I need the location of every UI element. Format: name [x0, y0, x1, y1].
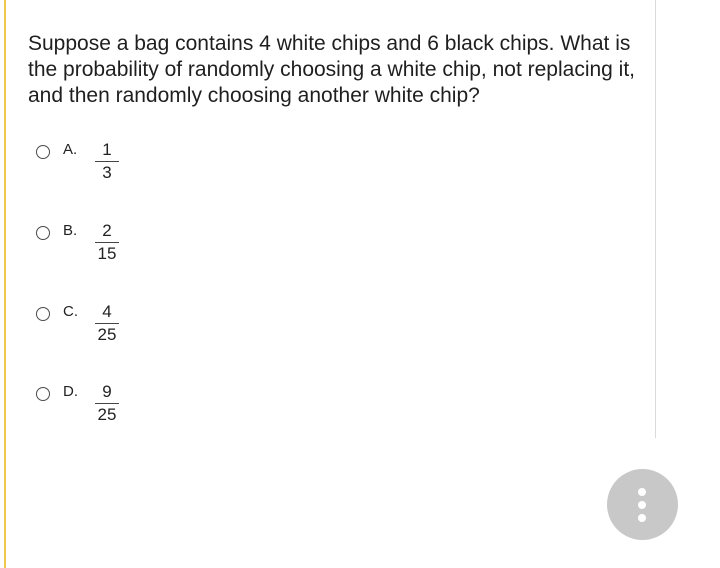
- fraction-bar: [95, 403, 119, 404]
- more-vertical-icon: [638, 488, 647, 527]
- question-text: Suppose a bag contains 4 white chips and…: [28, 32, 636, 107]
- fraction-numerator: 9: [102, 382, 112, 401]
- choice-fraction: 2 15: [92, 222, 122, 263]
- fraction-denominator: 25: [97, 325, 117, 344]
- fraction-denominator: 15: [97, 244, 117, 263]
- fraction-numerator: 2: [102, 221, 112, 240]
- choice-letter: B.: [63, 222, 78, 239]
- fraction-bar: [95, 161, 119, 162]
- radio-button-c[interactable]: [36, 307, 50, 321]
- choice-letter: C.: [63, 303, 78, 320]
- choice-a[interactable]: A. 1 3: [34, 141, 154, 201]
- radio-button-b[interactable]: [36, 226, 50, 240]
- choice-d[interactable]: D. 9 25: [34, 383, 154, 443]
- choice-letter: D.: [63, 383, 78, 400]
- choice-b[interactable]: B. 2 15: [34, 222, 154, 282]
- fraction-numerator: 1: [102, 140, 112, 159]
- fraction-denominator: 3: [102, 163, 112, 182]
- more-options-button[interactable]: [607, 469, 678, 540]
- fraction-numerator: 4: [102, 302, 112, 321]
- fraction-denominator: 25: [97, 405, 117, 424]
- fraction-bar: [95, 323, 119, 324]
- choice-c[interactable]: C. 4 25: [34, 303, 154, 363]
- choice-letter: A.: [63, 141, 78, 158]
- left-accent-bar: [4, 0, 6, 568]
- fraction-bar: [95, 242, 119, 243]
- choice-fraction: 9 25: [92, 383, 122, 424]
- radio-button-d[interactable]: [36, 387, 50, 401]
- choice-fraction: 4 25: [92, 303, 122, 344]
- choice-fraction: 1 3: [92, 141, 122, 182]
- radio-button-a[interactable]: [36, 145, 50, 159]
